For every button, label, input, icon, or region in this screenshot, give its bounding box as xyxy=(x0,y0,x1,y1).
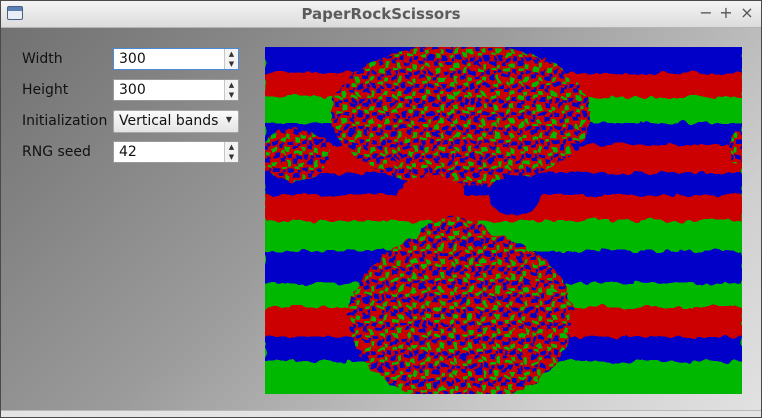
height-spin-arrows: ▲ ▼ xyxy=(224,80,238,100)
main-window: PaperRockScissors − + × Width 300 ▲ ▼ He… xyxy=(0,0,762,418)
window-title: PaperRockScissors xyxy=(301,5,461,23)
rng-seed-label: RNG seed xyxy=(22,144,91,160)
width-spinbox[interactable]: 300 ▲ ▼ xyxy=(113,48,239,70)
height-value[interactable]: 300 xyxy=(119,82,146,98)
chevron-down-icon[interactable]: ▼ xyxy=(225,59,238,69)
status-bar xyxy=(1,410,761,417)
width-spin-arrows: ▲ ▼ xyxy=(224,49,238,69)
dropdown-arrow-icon: ▼ xyxy=(225,115,232,124)
rng-seed-value[interactable]: 42 xyxy=(119,144,137,160)
initialization-dropdown[interactable]: Vertical bands ▼ xyxy=(113,110,239,133)
maximize-button[interactable]: + xyxy=(717,3,735,23)
title-bar[interactable]: PaperRockScissors − + × xyxy=(1,1,761,28)
chevron-up-icon[interactable]: ▲ xyxy=(225,49,238,59)
close-button[interactable]: × xyxy=(738,3,756,23)
rng-seed-spinbox[interactable]: 42 ▲ ▼ xyxy=(113,141,239,163)
width-label: Width xyxy=(22,51,63,67)
simulation-image xyxy=(265,47,742,394)
minimize-button[interactable]: − xyxy=(697,3,715,23)
chevron-up-icon[interactable]: ▲ xyxy=(225,80,238,90)
width-value[interactable]: 300 xyxy=(119,51,146,67)
chevron-down-icon[interactable]: ▼ xyxy=(225,90,238,100)
initialization-value: Vertical bands xyxy=(119,113,219,129)
initialization-label: Initialization xyxy=(22,113,108,129)
rng-seed-spin-arrows: ▲ ▼ xyxy=(224,142,238,162)
chevron-up-icon[interactable]: ▲ xyxy=(225,142,238,152)
height-label: Height xyxy=(22,82,69,98)
chevron-down-icon[interactable]: ▼ xyxy=(225,152,238,162)
height-spinbox[interactable]: 300 ▲ ▼ xyxy=(113,79,239,101)
simulation-canvas xyxy=(265,47,742,394)
